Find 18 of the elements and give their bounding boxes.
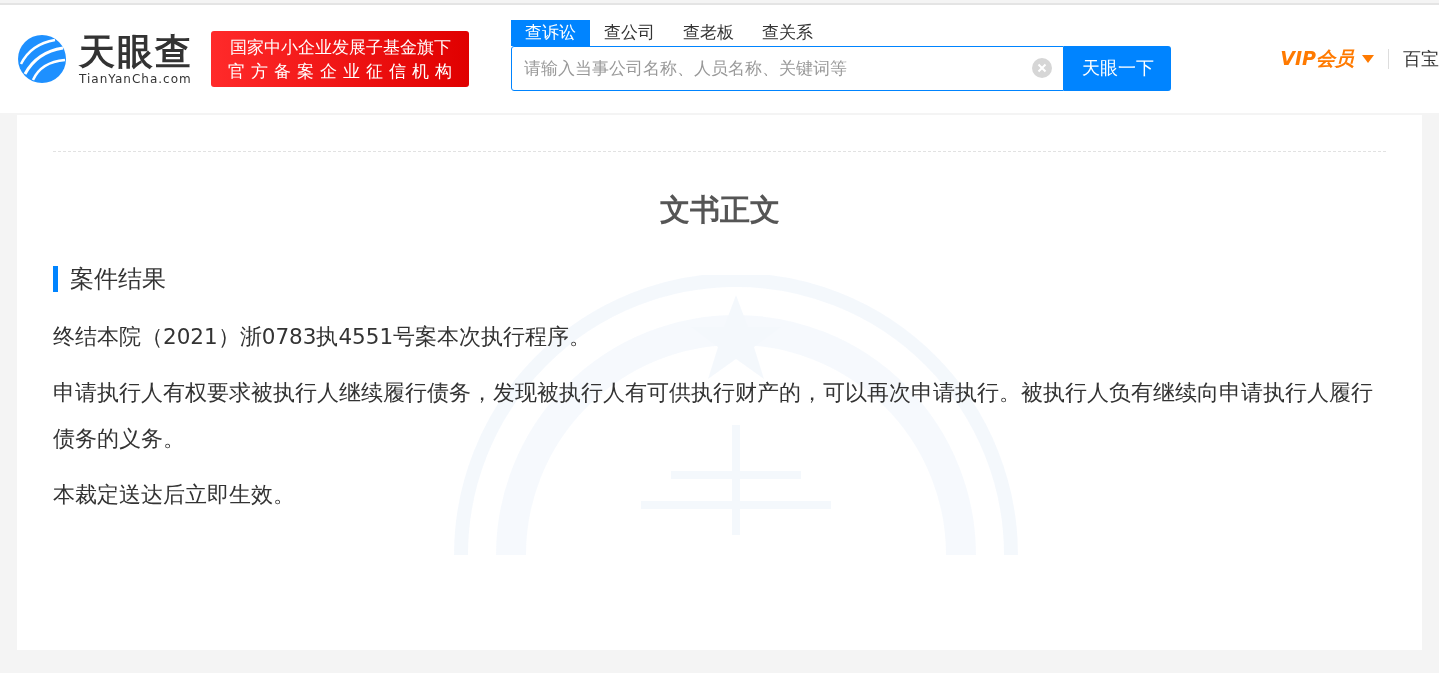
search-tab[interactable]: 查关系 xyxy=(748,19,827,46)
paragraph: 终结本院（2021）浙0783执4551号案本次执行程序。 xyxy=(53,323,593,351)
toolbox-link[interactable]: 百宝 xyxy=(1403,47,1439,71)
search-field[interactable]: 请输入当事公司名称、人员名称、关键词等 xyxy=(511,45,1064,91)
search-tab[interactable]: 查公司 xyxy=(590,19,669,46)
clear-icon[interactable] xyxy=(1032,57,1052,78)
document-title: 文书正文 xyxy=(658,191,781,229)
search-tab[interactable]: 查老板 xyxy=(669,19,748,46)
paragraph: 本裁定送达后立即生效。 xyxy=(53,481,296,509)
certification-badge: 国家中小企业发展子基金旗下 官方备案企业征信机构 xyxy=(211,31,469,87)
search-tab[interactable]: 查诉讼 xyxy=(511,19,590,46)
paragraph: 申请执行人有权要求被执行人继续履行债务，发现被执行人有可供执行财产的，可以再次申请执行。被执行人负有继续向申请执行人履行债务的义务。 xyxy=(53,379,1374,453)
section-heading: 案件结果 xyxy=(53,266,1386,292)
logo-domain: TianYanCha.com xyxy=(79,72,193,86)
caret-icon xyxy=(1362,55,1374,63)
logo-icon xyxy=(17,34,67,84)
logo-text: 天眼查 xyxy=(79,32,193,72)
search-button[interactable]: 天眼一下 xyxy=(1064,45,1171,91)
